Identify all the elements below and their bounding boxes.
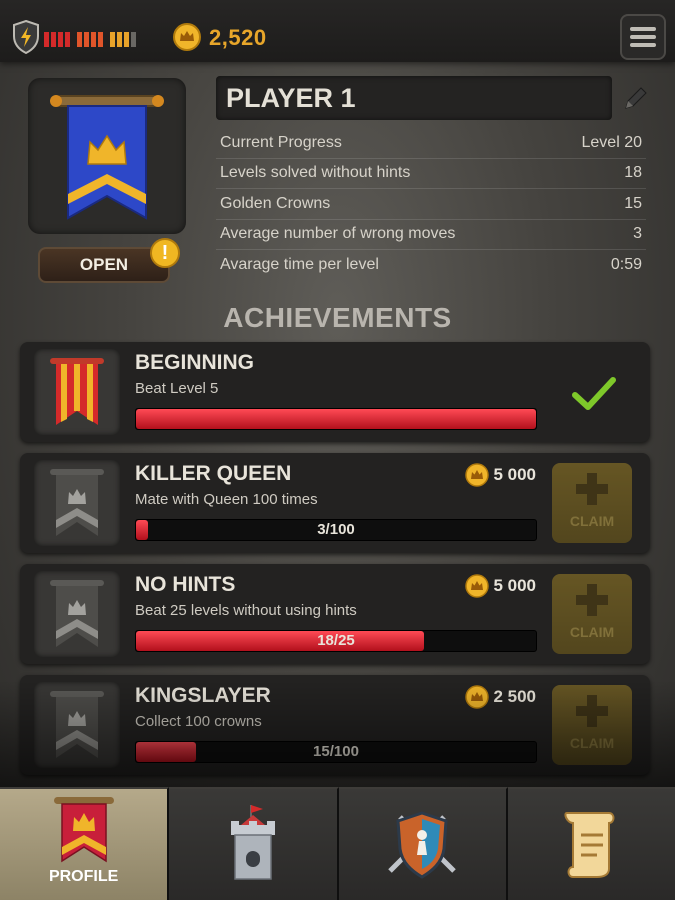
stat-label: Avarage time per level [220, 256, 379, 274]
achievement-progress-bar: 18/25 [135, 630, 537, 652]
energy-segment [131, 32, 136, 47]
edit-pencil-icon[interactable] [622, 84, 650, 112]
claim-button[interactable]: CLAIM [552, 574, 632, 654]
achievement-title: BEGINNING [135, 351, 255, 374]
stat-row: Average number of wrong moves 3 [216, 220, 646, 250]
plus-icon [576, 695, 608, 727]
achievement-banner [34, 571, 120, 657]
achievement-description: Beat 25 levels without using hints [135, 602, 357, 619]
stat-row: Golden Crowns 15 [216, 189, 646, 220]
claim-button[interactable]: CLAIM [552, 463, 632, 543]
plus-icon [576, 473, 608, 505]
locked-banner-icon [50, 580, 104, 647]
achievement-card: KINGSLAYER Collect 100 crowns 2 500 15/1… [20, 675, 650, 775]
energy-segment [58, 32, 63, 47]
tab-castle[interactable] [169, 787, 339, 900]
achievement-progress-bar: 3/100 [135, 519, 537, 541]
crown-coin-icon [465, 463, 490, 487]
player-name-box: PLAYER 1 [216, 76, 612, 120]
energy-segment [44, 32, 49, 47]
stat-value: 0:59 [610, 256, 642, 274]
achievement-card: BEGINNING Beat Level 5 [20, 342, 650, 442]
reward-amount: 5 000 [493, 465, 536, 484]
achievement-title: NO HINTS [135, 573, 236, 596]
progress-text: 18/25 [317, 632, 355, 649]
player-banner-icon [50, 95, 164, 220]
achievement-reward: 5 000 [465, 574, 536, 598]
claim-label: CLAIM [569, 624, 615, 640]
checkmark-icon [572, 377, 616, 410]
achievement-title: KILLER QUEEN [135, 462, 292, 485]
tab-label: PROFILE [48, 868, 119, 885]
energy-segment [84, 32, 89, 47]
shield-swords-icon [388, 811, 456, 879]
achievements-heading: ACHIEVEMENTS [223, 302, 452, 333]
energy-segment [110, 32, 115, 47]
achievement-card: NO HINTS Beat 25 levels without using hi… [20, 564, 650, 664]
energy-segment [117, 32, 122, 47]
profile-banner-icon [53, 797, 114, 863]
achievement-reward: 5 000 [465, 463, 536, 487]
stat-row: Levels solved without hints 18 [216, 159, 646, 189]
stat-value: Level 20 [581, 133, 643, 151]
hamburger-menu-icon [630, 27, 656, 31]
stat-label: Average number of wrong moves [220, 225, 456, 243]
top-bar: 2,520 [0, 0, 675, 62]
locked-banner-icon [50, 469, 104, 536]
achievement-description: Mate with Queen 100 times [135, 491, 318, 508]
progress-text: 3/100 [317, 521, 355, 538]
energy-meter [44, 32, 136, 47]
energy-segment [124, 32, 129, 47]
striped-banner-icon [50, 358, 104, 425]
achievement-description: Collect 100 crowns [135, 713, 262, 730]
crown-coin-icon [465, 574, 490, 598]
stat-label: Current Progress [220, 133, 342, 151]
locked-banner-icon [50, 691, 104, 758]
stat-value: 15 [624, 194, 642, 212]
tab-profile[interactable]: PROFILE [0, 787, 170, 900]
player-stats: Current Progress Level 20 Levels solved w… [216, 128, 646, 281]
claim-label: CLAIM [569, 513, 615, 529]
castle-tower-icon [230, 805, 275, 880]
player-name: PLAYER 1 [226, 83, 356, 113]
achievement-banner [34, 460, 120, 546]
progress-text: 15/100 [313, 743, 359, 760]
bottom-nav: PROFILE [0, 787, 675, 900]
achievement-description: Beat Level 5 [135, 380, 219, 397]
claim-button[interactable]: CLAIM [552, 685, 632, 765]
energy-segment [98, 32, 103, 47]
achievement-title: KINGSLAYER [135, 684, 271, 707]
stat-value: 3 [633, 225, 642, 243]
claim-label: CLAIM [569, 735, 615, 751]
alert-badge: ! [150, 238, 180, 268]
energy-segment [51, 32, 56, 47]
achievement-reward: 2 500 [465, 685, 536, 709]
stat-row: Avarage time per level 0:59 [216, 250, 646, 281]
plus-icon [576, 584, 608, 616]
achievement-progress-bar: 15/100 [135, 741, 537, 763]
coin-balance: 2,520 [209, 25, 267, 50]
crown-coin-icon [465, 685, 490, 709]
reward-amount: 5 000 [493, 576, 536, 595]
progress-text [136, 409, 536, 429]
achievement-card: KILLER QUEEN Mate with Queen 100 times 5… [20, 453, 650, 553]
reward-amount: 2 500 [493, 687, 536, 706]
tab-battle[interactable] [338, 787, 508, 900]
shield-lightning-icon [13, 20, 39, 54]
menu-button[interactable] [620, 14, 666, 60]
tab-quests[interactable] [507, 787, 675, 900]
stat-label: Golden Crowns [220, 194, 331, 212]
energy-segment [91, 32, 96, 47]
stat-row: Current Progress Level 20 [216, 128, 646, 159]
stat-value: 18 [624, 164, 642, 182]
energy-segment [77, 32, 82, 47]
stat-label: Levels solved without hints [220, 164, 411, 182]
achievement-progress-bar [135, 408, 537, 430]
crown-coin-icon [173, 23, 201, 51]
energy-segment [65, 32, 70, 47]
player-banner[interactable] [28, 78, 186, 234]
achievement-banner [34, 682, 120, 768]
achievement-banner [34, 349, 120, 435]
scroll-icon [564, 812, 615, 878]
